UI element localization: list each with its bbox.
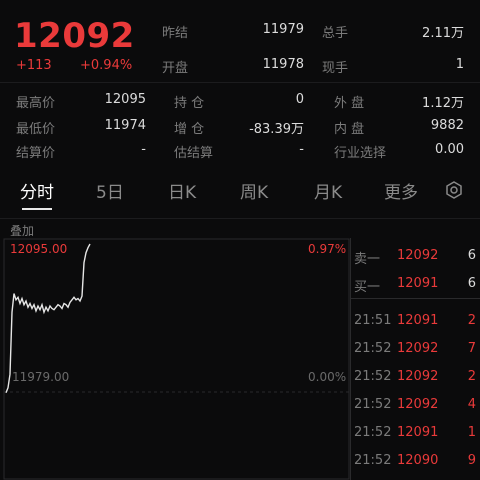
stat-label-inner: 内 盘 <box>334 122 365 137</box>
stat-label-open: 开盘 <box>162 61 189 76</box>
chart-base-pct: 0.00% <box>308 370 347 384</box>
ask1-price: 12092 <box>397 248 439 263</box>
stat-label-current-lots: 现手 <box>322 61 349 76</box>
settings-icon[interactable] <box>444 180 464 200</box>
ask1-qty: 6 <box>467 248 476 263</box>
tick-row: 21:52 12092 4 <box>351 397 480 425</box>
stat-label-prev-settle: 昨结 <box>162 26 189 41</box>
tick-row: 21:52 12090 9 <box>351 453 480 480</box>
chart-high-pct: 0.97% <box>308 242 347 256</box>
tick-price: 12092 <box>397 397 439 412</box>
tick-qty: 9 <box>467 453 476 468</box>
stat-label-volume: 总手 <box>322 26 349 41</box>
stat-label-est-settle: 估结算 <box>174 146 214 161</box>
tick-row: 21:52 12092 2 <box>351 369 480 397</box>
tick-time: 21:52 <box>354 369 392 384</box>
tick-price: 12092 <box>397 369 439 384</box>
stat-value-high: 12095 <box>104 92 146 107</box>
stat-value-volume: 2.11万 <box>422 26 464 41</box>
tick-row: 21:52 12091 1 <box>351 425 480 453</box>
stat-value-outer: 1.12万 <box>422 96 464 111</box>
chart-base-label: 11979.00 <box>12 370 70 384</box>
bid1-row: 买一 12091 6 <box>351 276 480 304</box>
tick-price: 12092 <box>397 341 439 356</box>
tab-monthly-k[interactable]: 月K <box>314 178 342 203</box>
stat-value-inner: 9882 <box>430 118 464 133</box>
last-price: 12092 <box>14 16 135 56</box>
tick-time: 21:52 <box>354 453 392 468</box>
stat-label-high: 最高价 <box>16 96 56 111</box>
industry-select-button[interactable]: 行业选择 <box>334 142 386 161</box>
stat-value-open: 11978 <box>262 57 304 72</box>
divider <box>0 218 480 219</box>
stat-value-industry: 0.00 <box>435 142 464 157</box>
tick-price: 12090 <box>397 453 439 468</box>
stat-label-low: 最低价 <box>16 122 56 137</box>
stat-label-settle: 结算价 <box>16 146 56 161</box>
bid1-price: 12091 <box>397 276 439 291</box>
stat-value-current-lots: 1 <box>455 57 464 72</box>
ask1-label: 卖一 <box>354 252 381 267</box>
tick-qty: 2 <box>467 313 476 328</box>
stat-value-low: 11974 <box>104 118 146 133</box>
price-change: +113 <box>16 58 52 73</box>
tab-weekly-k[interactable]: 周K <box>240 178 268 203</box>
tick-time: 21:52 <box>354 341 392 356</box>
tick-qty: 4 <box>467 397 476 412</box>
tab-intraday[interactable]: 分时 <box>20 178 54 203</box>
tab-more[interactable]: 更多 <box>384 178 418 203</box>
chart-frame <box>3 238 350 480</box>
ask1-row: 卖一 12092 6 <box>351 248 480 276</box>
intraday-chart <box>3 238 350 480</box>
tab-daily-k[interactable]: 日K <box>168 178 196 203</box>
stat-value-est-settle: - <box>299 142 304 157</box>
stat-label-oi-change: 增 仓 <box>174 122 205 137</box>
stat-value-oi-change: -83.39万 <box>249 122 304 137</box>
tick-qty: 2 <box>467 369 476 384</box>
tick-price: 12091 <box>397 313 439 328</box>
stat-label-outer: 外 盘 <box>334 96 365 111</box>
tick-time: 21:52 <box>354 397 392 412</box>
tick-row: 21:51 12091 2 <box>351 313 480 341</box>
price-change-pct: +0.94% <box>80 58 133 73</box>
tick-qty: 7 <box>467 341 476 356</box>
tick-row: 21:52 12092 7 <box>351 341 480 369</box>
divider <box>0 82 480 83</box>
tab-active-indicator <box>22 208 52 210</box>
bid1-label: 买一 <box>354 280 381 295</box>
divider <box>351 298 480 299</box>
tick-price: 12091 <box>397 425 439 440</box>
tick-time: 21:51 <box>354 313 392 328</box>
tab-5day[interactable]: 5日 <box>96 178 124 203</box>
tick-qty: 1 <box>467 425 476 440</box>
overlay-button[interactable]: 叠加 <box>10 222 34 239</box>
chart-high-label: 12095.00 <box>10 242 68 256</box>
stat-value-open-interest: 0 <box>295 92 304 107</box>
stat-label-open-interest: 持 仓 <box>174 96 205 111</box>
stat-value-prev-settle: 11979 <box>262 22 304 37</box>
tick-time: 21:52 <box>354 425 392 440</box>
bid1-qty: 6 <box>467 276 476 291</box>
stat-value-settle: - <box>141 142 146 157</box>
